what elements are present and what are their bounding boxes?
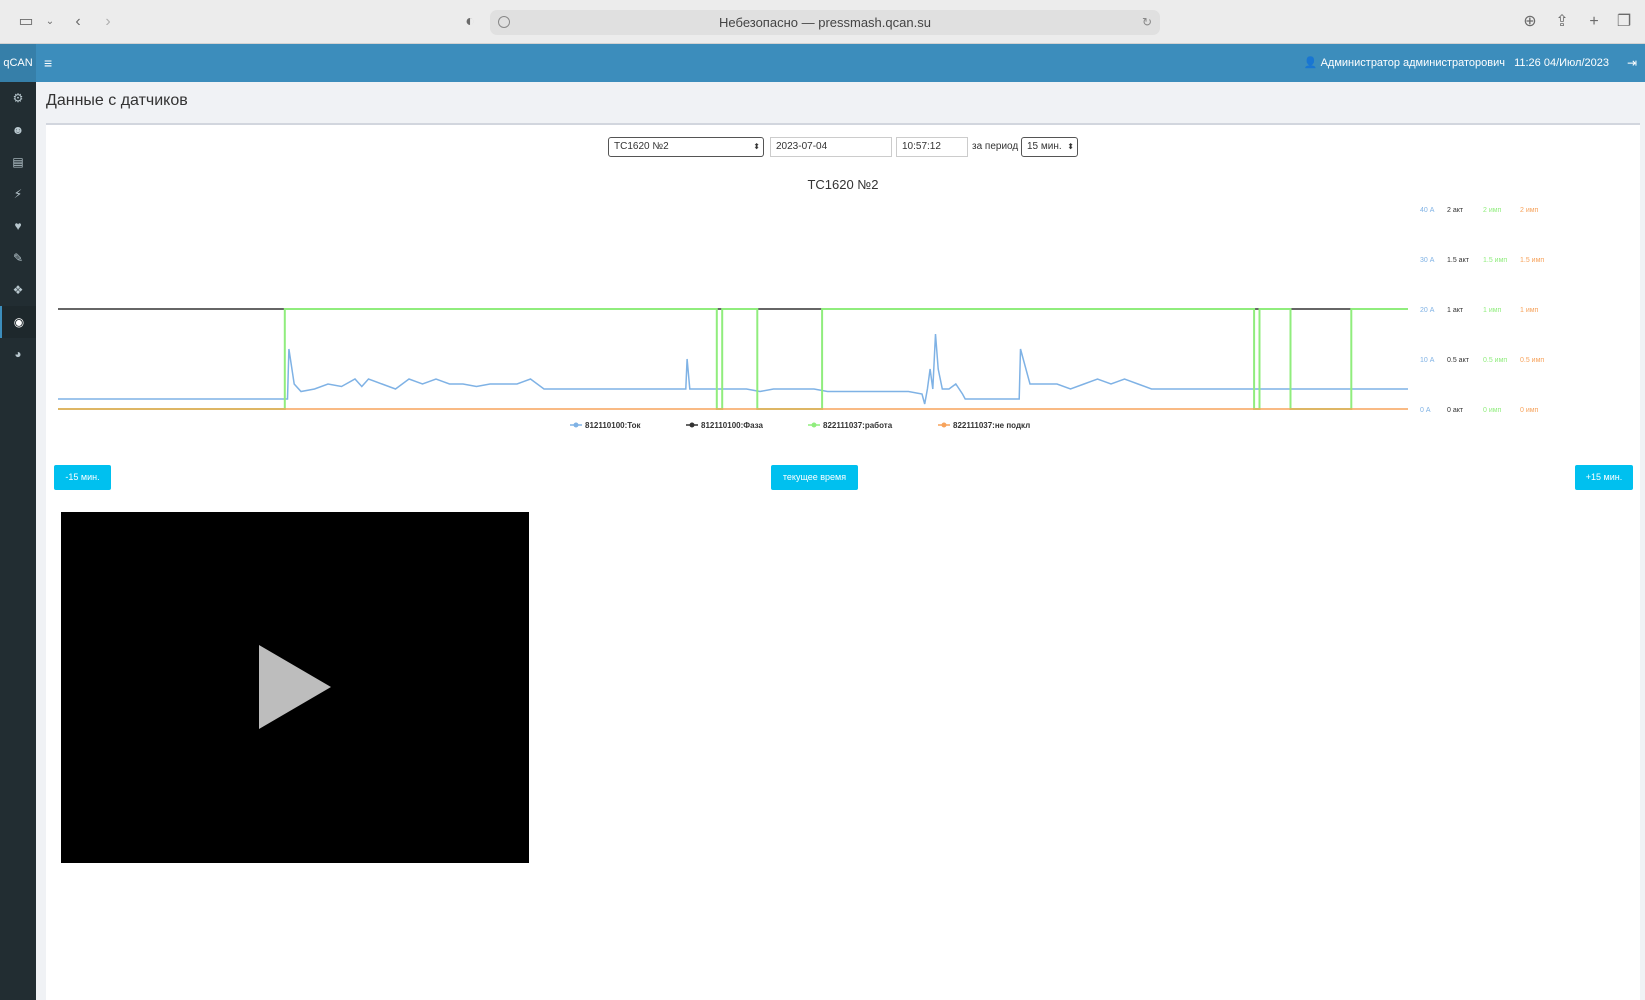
play-icon[interactable]	[259, 645, 331, 729]
legend-label: 822111037:не подкл	[953, 421, 1030, 430]
axis-tick-label: 1.5 акт	[1447, 257, 1470, 264]
axis-tick-label: 2 имп	[1483, 207, 1502, 214]
legend-marker	[941, 422, 947, 428]
axis-tick-label: 10 А	[1420, 357, 1435, 364]
device-select[interactable]: ТС1620 №2 ⬍	[608, 137, 764, 157]
legend-label: 812110100:Ток	[585, 421, 642, 430]
legend-marker	[811, 422, 817, 428]
legend-marker	[689, 422, 695, 428]
reload-icon[interactable]: ↻	[1142, 10, 1152, 35]
tabs-overview-icon[interactable]: ❐	[1614, 12, 1634, 32]
current-time-button[interactable]: текущее время	[771, 465, 858, 490]
axis-tick-label: 0 имп	[1483, 407, 1502, 414]
axis-tick-label: 2 имп	[1520, 207, 1539, 214]
axis-tick-label: 20 А	[1420, 307, 1435, 314]
legend-label: 812110100:Фаза	[701, 421, 764, 430]
logo[interactable]: qCAN	[0, 44, 36, 82]
legend-label: 822111037:работа	[823, 421, 893, 430]
wrench-icon: ✎	[12, 251, 24, 265]
sidebar-item-health[interactable]: ♥	[0, 210, 36, 242]
legend-marker	[573, 422, 579, 428]
site-info-icon[interactable]	[498, 16, 510, 28]
forward-arrow-icon[interactable]: ›	[98, 12, 118, 32]
plus-15-button[interactable]: +15 мин.	[1575, 465, 1633, 490]
axis-tick-label: 1 имп	[1483, 307, 1502, 314]
user-name: Администратор администраторович	[1320, 57, 1505, 69]
date-input[interactable]: 2023-07-04	[770, 137, 892, 157]
sidebar-item-dropbox[interactable]: ❖	[0, 274, 36, 306]
privacy-shield-icon[interactable]: ◐	[460, 12, 480, 32]
axis-tick-label: 0.5 имп	[1483, 357, 1507, 364]
axis-tick-label: 0 А	[1420, 407, 1431, 414]
plug-icon: ⚡	[13, 187, 23, 201]
period-select[interactable]: 15 мин. ⬍	[1021, 137, 1078, 157]
document-icon: ▤	[12, 155, 24, 169]
box-icon: ❖	[12, 283, 24, 297]
video-player[interactable]	[61, 512, 529, 863]
user-menu[interactable]: 👤 Администратор администраторович	[1304, 44, 1505, 82]
time-input[interactable]: 10:57:12	[896, 137, 968, 157]
url-text: Небезопасно — pressmash.qcan.su	[719, 15, 931, 30]
axis-tick-label: 1.5 имп	[1520, 257, 1544, 264]
select-arrows-icon: ⬍	[753, 142, 760, 151]
axis-tick-label: 0 акт	[1447, 407, 1464, 414]
sidebar-toggle-icon[interactable]: ▭	[16, 12, 36, 32]
sidebar-item-tools[interactable]: ✎	[0, 242, 36, 274]
sidebar-item-users[interactable]: ☻	[0, 114, 36, 146]
sidebar-item-monitoring[interactable]: ◉	[0, 306, 36, 338]
page-title: Данные с датчиков	[46, 92, 188, 109]
axis-tick-label: 1 акт	[1447, 307, 1464, 314]
series-line	[58, 333, 1408, 405]
header-datetime: 11:26 04/Июл/2023	[1514, 57, 1609, 69]
series-line	[58, 308, 1408, 410]
axis-tick-label: 0.5 акт	[1447, 357, 1470, 364]
sidebar-item-documents[interactable]: ▤	[0, 146, 36, 178]
sidebar: ⚙ ☻ ▤ ⚡ ♥ ✎ ❖ ◉ ◕	[0, 82, 36, 1000]
period-select-value: 15 мин.	[1027, 141, 1062, 152]
back-arrow-icon[interactable]: ‹	[68, 12, 88, 32]
axis-tick-label: 0.5 имп	[1520, 357, 1544, 364]
sidebar-item-statistics[interactable]: ◕	[0, 338, 36, 370]
user-icon: 👤	[1303, 57, 1318, 69]
sensor-panel: ТС1620 №2 ⬍ 2023-07-04 10:57:12 за перио…	[46, 123, 1640, 1000]
share-icon[interactable]: ⇪	[1552, 12, 1572, 32]
gear-icon: ⚙	[12, 91, 24, 105]
minus-15-button[interactable]: -15 мин.	[54, 465, 111, 490]
axis-tick-label: 0 имп	[1520, 407, 1539, 414]
axis-tick-label: 30 А	[1420, 257, 1435, 264]
logout-icon[interactable]: ⇥	[1627, 44, 1637, 82]
sidebar-item-plug[interactable]: ⚡	[0, 178, 36, 210]
axis-tick-label: 2 акт	[1447, 207, 1464, 214]
browser-toolbar: ▭ ⌄ ‹ › ◐ Небезопасно — pressmash.qcan.s…	[0, 0, 1645, 44]
period-label: за период	[972, 141, 1019, 152]
chevron-down-icon[interactable]: ⌄	[40, 12, 60, 32]
axis-tick-label: 40 А	[1420, 207, 1435, 214]
app-header: qCAN ≡ 👤 Администратор администраторович…	[0, 44, 1645, 82]
download-icon[interactable]: ⊕	[1520, 12, 1540, 32]
users-icon: ☻	[11, 123, 25, 137]
menu-toggle-icon[interactable]: ≡	[44, 54, 52, 72]
axis-tick-label: 1.5 имп	[1483, 257, 1507, 264]
new-tab-icon[interactable]: +	[1584, 12, 1604, 32]
chart-title: ТС1620 №2	[807, 177, 879, 192]
sensor-chart: 0 А 10 А 20 А 30 А 40 А 0 акт 0.5 акт 1 акт 1.5 …	[58, 207, 1544, 430]
address-bar[interactable]: Небезопасно — pressmash.qcan.su ↻	[490, 10, 1160, 35]
pie-chart-icon: ◕	[14, 347, 22, 361]
eye-icon: ◉	[13, 315, 25, 329]
select-arrows-icon: ⬍	[1067, 142, 1074, 151]
device-select-value: ТС1620 №2	[614, 141, 669, 152]
sidebar-item-settings[interactable]: ⚙	[0, 82, 36, 114]
heartbeat-icon: ♥	[14, 219, 22, 233]
axis-tick-label: 1 имп	[1520, 307, 1539, 314]
